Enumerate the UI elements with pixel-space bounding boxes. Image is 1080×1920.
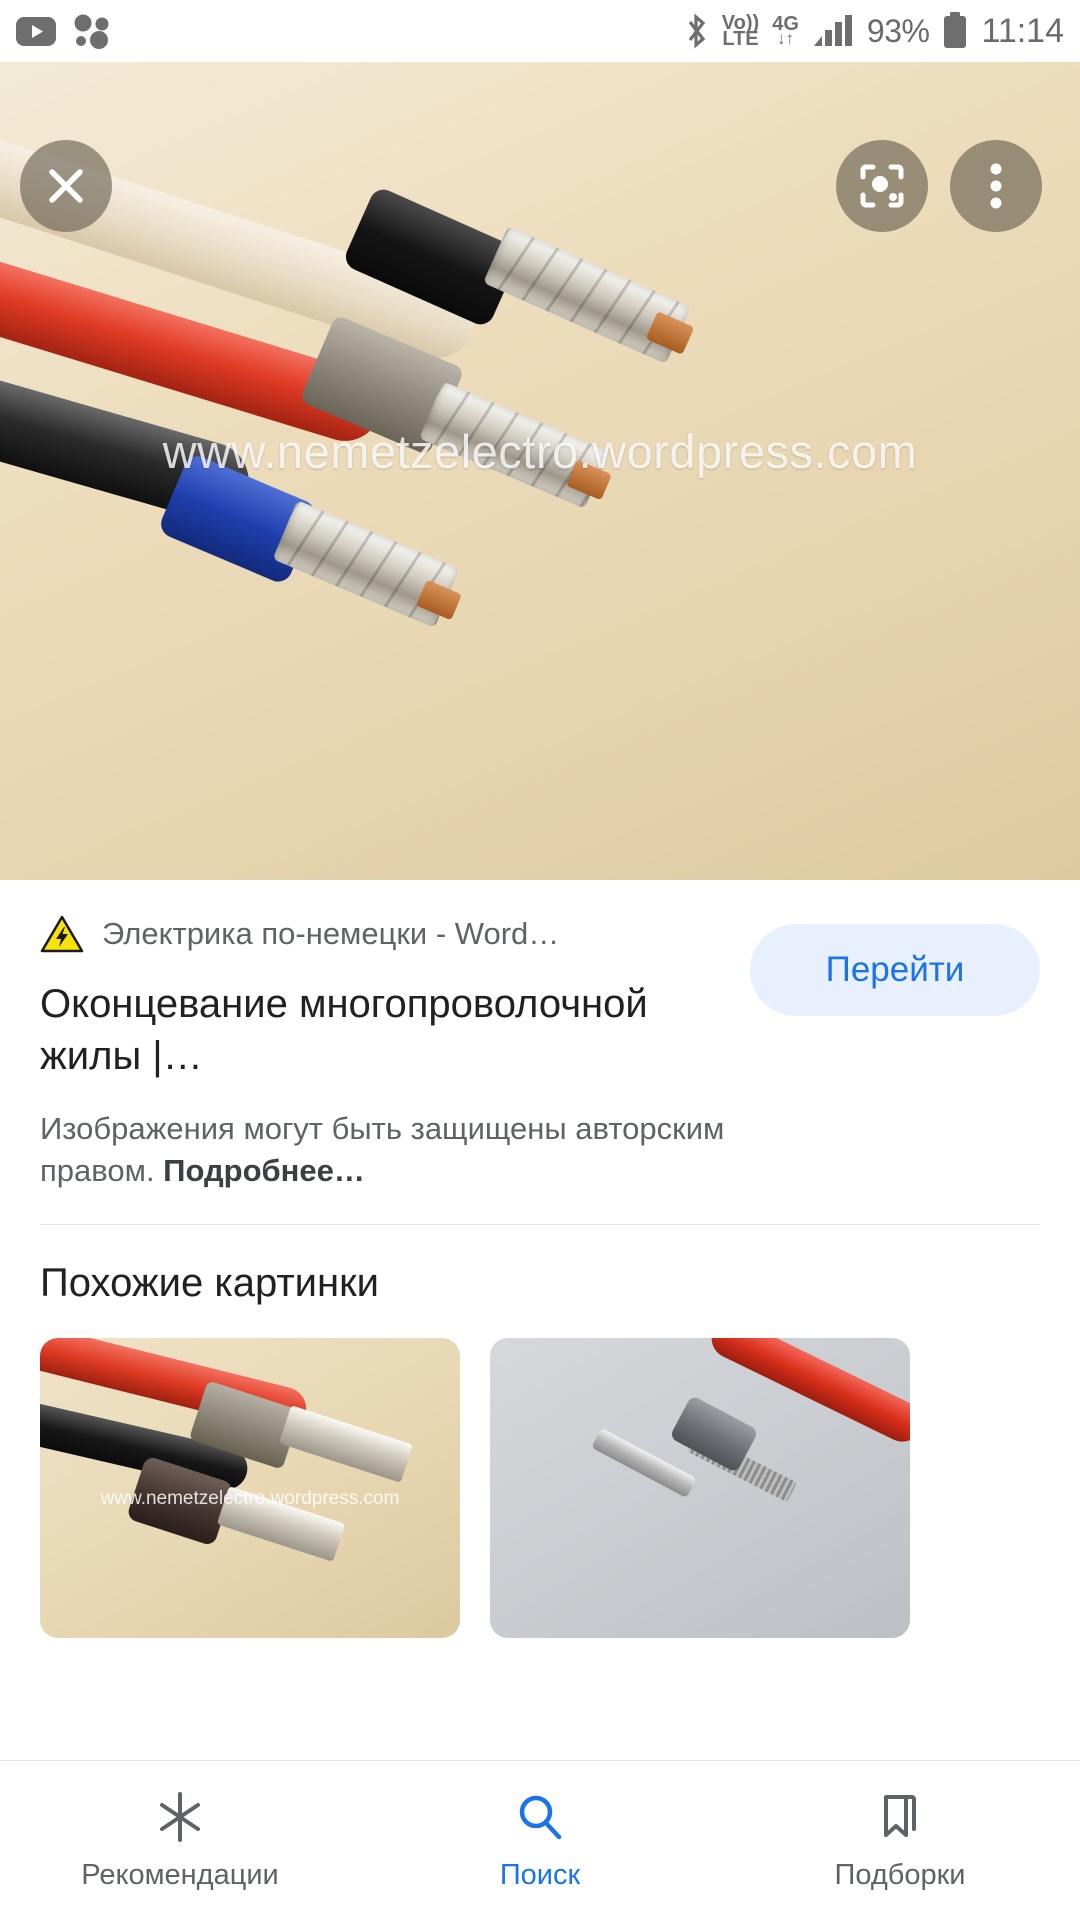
google-podcasts-icon <box>72 13 112 49</box>
youtube-icon <box>16 16 56 46</box>
battery-icon <box>942 12 968 50</box>
result-info-panel: Электрика по-немецки - Word… Оконцевание… <box>0 880 1080 1225</box>
copyright-text: Изображения могут быть защищены авторски… <box>40 1111 725 1188</box>
network-type-indicator: 4G ↓↑ <box>772 14 799 49</box>
bluetooth-icon <box>685 13 709 49</box>
status-bar-notifications <box>16 13 112 49</box>
section-divider <box>40 1223 1040 1225</box>
copyright-learn-more-link[interactable]: Подробнее… <box>163 1153 365 1188</box>
status-bar-indicators: Vo)) LTE 4G ↓↑ 93% 11:14 <box>685 12 1064 51</box>
volte-indicator: Vo)) LTE <box>722 12 759 50</box>
nav-item-recommendations[interactable]: Рекомендации <box>0 1789 360 1892</box>
nav-label-search: Поиск <box>499 1859 581 1891</box>
search-icon <box>519 1795 562 1840</box>
nav-label-collections: Подборки <box>834 1859 966 1891</box>
main-image-viewer[interactable]: www.nemetzelectro.wordpress.com <box>0 62 1080 880</box>
image-watermark: www.nemetzelectro.wordpress.com <box>162 425 918 478</box>
bookmark-icon <box>884 1795 916 1837</box>
data-transfer-arrows-icon: ↓↑ <box>777 29 795 49</box>
signal-bars-icon <box>812 14 854 48</box>
close-icon <box>49 169 83 203</box>
battery-percentage: 93% <box>866 13 930 49</box>
status-bar: Vo)) LTE 4G ↓↑ 93% 11:14 <box>0 0 1080 62</box>
warning-triangle-icon <box>40 914 84 954</box>
close-button[interactable] <box>20 140 112 232</box>
similar-image-thumbnail[interactable]: www.nemetzelectro.wordpress.com <box>40 1337 460 1638</box>
nav-label-recommendations: Рекомендации <box>81 1859 279 1891</box>
more-vertical-icon <box>990 163 1002 209</box>
similar-image-thumbnail[interactable] <box>490 1337 910 1638</box>
go-to-site-button[interactable]: Перейти <box>750 924 1040 1016</box>
bottom-navigation-bar: Рекомендации Поиск Подборки <box>0 1760 1080 1920</box>
nav-item-search[interactable]: Поиск <box>360 1789 720 1892</box>
more-options-button[interactable] <box>950 140 1042 232</box>
volte-bottom-label: LTE <box>722 28 759 50</box>
similar-images-heading: Похожие картинки <box>40 1260 379 1305</box>
copyright-notice: Изображения могут быть защищены авторски… <box>40 1108 780 1192</box>
sparkle-icon <box>160 1792 200 1842</box>
google-lens-icon <box>860 164 904 208</box>
result-title[interactable]: Оконцевание многопроволочной жилы |… <box>40 978 700 1082</box>
nav-item-collections[interactable]: Подборки <box>720 1789 1080 1892</box>
thumb1-watermark: www.nemetzelectro.wordpress.com <box>100 1487 400 1509</box>
source-name: Электрика по-немецки - Word… <box>102 916 560 951</box>
clock-label: 11:14 <box>981 11 1064 50</box>
thumb1-ferrule-1 <box>278 1404 414 1483</box>
similar-images-section: Похожие картинки www.nemetzelectro.wordp… <box>0 1224 1080 1638</box>
google-lens-button[interactable] <box>836 140 928 232</box>
similar-images-list: www.nemetzelectro.wordpress.com <box>40 1337 1040 1638</box>
